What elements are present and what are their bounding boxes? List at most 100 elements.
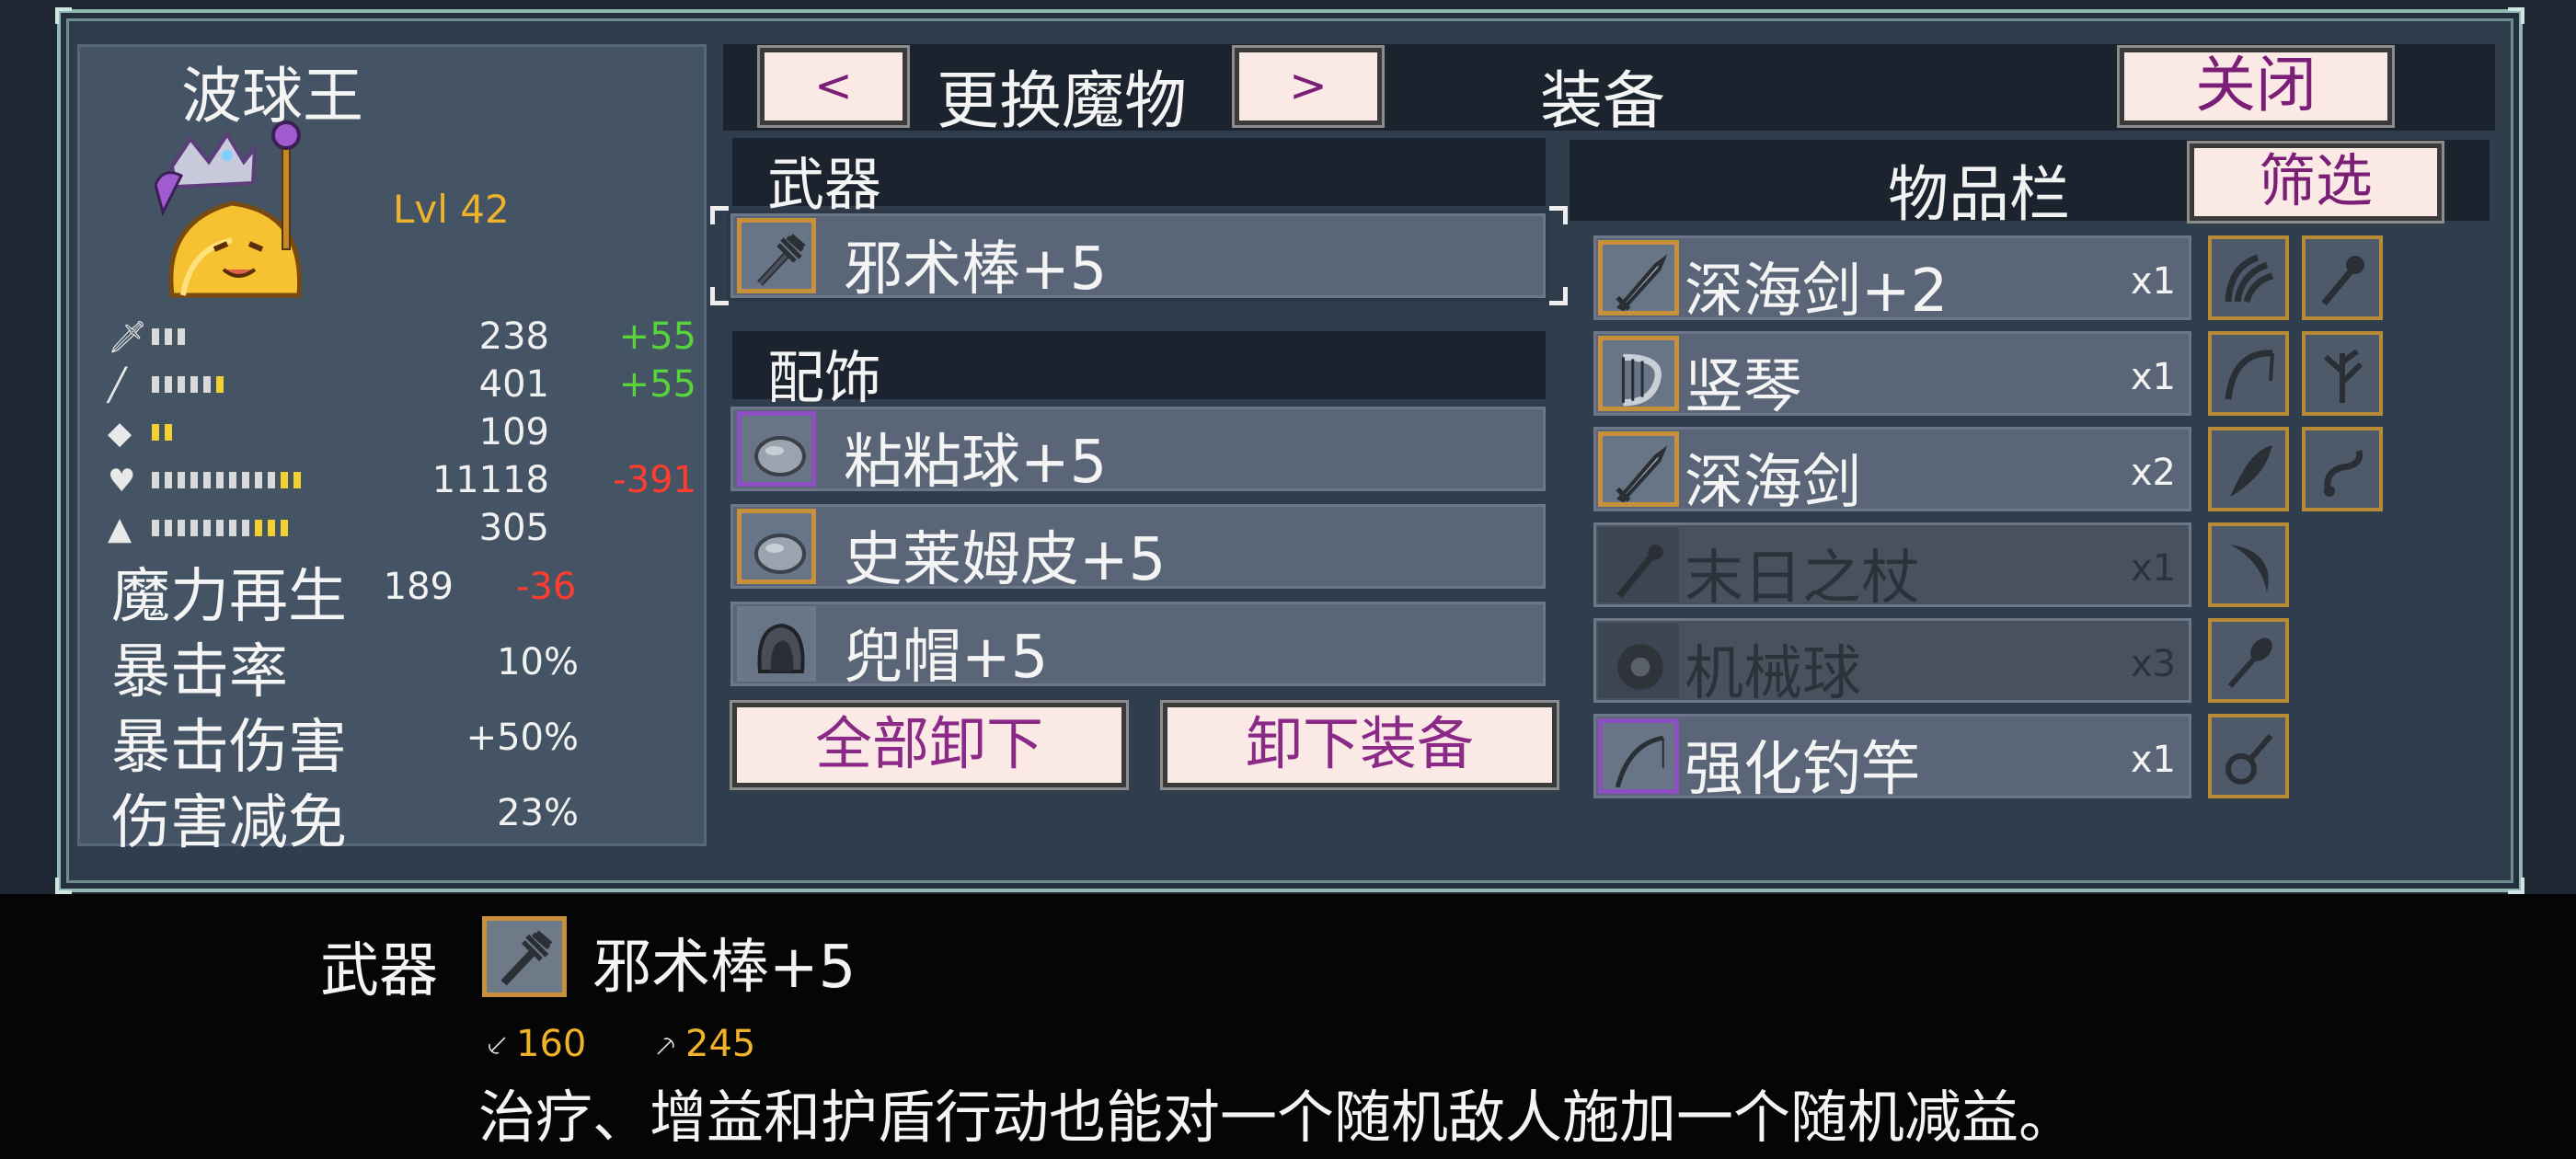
info-magic-stat: ⸕ 245 — [653, 1021, 755, 1066]
stat-bar — [152, 424, 172, 441]
deep-sea-sword-icon — [1616, 445, 1668, 503]
inventory-item-name: 机械球 — [1685, 640, 1861, 708]
monster-level: Lvl 42 — [393, 187, 510, 232]
king-slime-portrait — [154, 120, 303, 298]
close-button[interactable]: 关闭 — [2120, 48, 2392, 125]
mech-orb-icon — [1617, 644, 1663, 690]
claw-icon[interactable] — [2208, 235, 2289, 320]
inventory-item[interactable]: 竖琴 x1 — [1593, 331, 2191, 421]
info-attack-stat: ⸔ 160 — [484, 1021, 586, 1066]
inventory-item-count: x3 — [2130, 643, 2176, 685]
sword-icon: ⸔ — [484, 1027, 510, 1064]
info-description: 治疗、增益和护盾行动也能对一个随机敌人施加一个随机减益。 — [478, 1084, 2076, 1151]
monster-panel: 波球王 Lvl 42 🗡 238 +55 ╱ 401 +55 ◆ 109 ♥ 11118 -391 ▲… — [77, 44, 709, 857]
harp-icon — [1621, 353, 1662, 407]
slime-skin-icon — [754, 534, 806, 574]
corner-decoration — [55, 7, 72, 24]
secondary-stat-row: 暴击率 10% — [111, 625, 709, 706]
item-frame — [1598, 527, 1679, 602]
inventory-item-name: 末日之杖 — [1685, 545, 1920, 613]
inventory-item-name: 强化钓竿 — [1685, 736, 1920, 804]
accessory-slot-3[interactable]: 兜帽+5 — [730, 602, 1546, 692]
corner-decoration — [2508, 878, 2524, 894]
inventory-item[interactable]: 机械球 x3 — [1593, 618, 2191, 708]
horn-icon[interactable] — [2208, 427, 2289, 511]
prev-monster-button[interactable]: < — [760, 48, 907, 125]
accessory-name: 粘粘球+5 — [844, 429, 1108, 497]
lute-icon[interactable] — [2208, 714, 2289, 798]
item-frame — [1598, 431, 1679, 507]
inventory-item[interactable]: 强化钓竿 x1 — [1593, 714, 2191, 804]
mace-icon[interactable] — [2208, 618, 2289, 703]
filter-button[interactable]: 筛选 — [2190, 143, 2442, 221]
item-frame — [737, 509, 816, 584]
stat-value: 238 — [478, 316, 549, 358]
staff-icon: ╱ — [108, 367, 127, 404]
secondary-stat-value: 189 — [383, 566, 454, 608]
inventory-item-name: 深海剑+2 — [1685, 258, 1949, 326]
weapon-section-header: 武器 — [732, 138, 1546, 218]
info-attack-value: 160 — [516, 1023, 587, 1065]
item-frame — [1598, 623, 1679, 698]
unequip-all-button[interactable]: 全部卸下 — [732, 703, 1126, 787]
secondary-stat-label: 暴击伤害 — [111, 714, 347, 782]
inventory-item-count: x1 — [2130, 739, 2176, 781]
secondary-stat-bonus: -36 — [516, 566, 577, 608]
stat-bar — [152, 472, 301, 488]
item-frame — [1598, 336, 1679, 411]
accessory-name: 史莱姆皮+5 — [844, 526, 1167, 594]
item-info-bar: 武器 邪术棒+5 ⸔ 160 ⸕ 245 治疗、增益和护盾行动也能对一个随机敌人施加… — [0, 894, 2576, 1159]
secondary-stat-row: 暴击伤害 +50% — [111, 700, 709, 782]
inventory-item[interactable]: 深海剑 x2 — [1593, 427, 2191, 517]
secondary-stat-value: +50% — [466, 717, 579, 759]
info-category: 武器 — [320, 937, 438, 1005]
secondary-stat-label: 暴击率 — [111, 638, 288, 706]
accessory-header-label: 配饰 — [767, 344, 882, 411]
branch-icon[interactable] — [2302, 331, 2383, 416]
accessory-section-header: 配饰 — [732, 331, 1546, 411]
crescent-icon[interactable] — [2208, 522, 2289, 607]
dark-wand-icon — [500, 930, 553, 986]
corner-decoration — [55, 878, 72, 894]
stat-row: ╱ 401 +55 — [108, 363, 706, 406]
inventory-item-count: x1 — [2130, 547, 2176, 590]
stat-bonus: -391 — [613, 459, 696, 501]
sword-icon: 🗡 — [108, 319, 148, 356]
inventory-item[interactable]: 深海剑+2 x1 — [1593, 235, 2191, 326]
accessory-slot-1[interactable]: 粘粘球+5 — [730, 407, 1546, 497]
stat-row: ▲ 305 — [108, 507, 706, 549]
deep-sea-sword-icon — [1616, 254, 1668, 312]
hook-icon[interactable] — [2302, 427, 2383, 511]
corner-decoration — [2508, 7, 2524, 24]
stat-value: 305 — [478, 507, 549, 549]
accessory-slot-2[interactable]: 史莱姆皮+5 — [730, 504, 1546, 594]
stat-bonus: +55 — [618, 316, 696, 358]
inventory-item[interactable]: 末日之杖 x1 — [1593, 522, 2191, 613]
hood-icon — [757, 623, 805, 673]
inventory-title: 物品栏 — [1888, 159, 2070, 230]
info-item-name: 邪术棒+5 — [592, 934, 857, 1002]
wand-icon[interactable] — [2302, 235, 2383, 320]
sticky-ball-icon — [754, 436, 806, 476]
inventory-item-name: 深海剑 — [1685, 449, 1861, 517]
item-frame — [1598, 240, 1679, 316]
stat-value: 109 — [478, 411, 549, 453]
inventory-item-name: 竖琴 — [1685, 353, 1802, 421]
inventory-item-count: x2 — [2130, 452, 2176, 494]
item-frame — [737, 606, 816, 682]
next-monster-button[interactable]: > — [1235, 48, 1382, 125]
secondary-stat-row: 伤害减免 23% — [111, 775, 709, 857]
switch-monster-label: 更换魔物 — [937, 65, 1188, 138]
bow-icon[interactable] — [2208, 331, 2289, 416]
accessory-name: 兜帽+5 — [844, 624, 1049, 692]
stat-value: 401 — [478, 363, 549, 406]
stat-bar — [152, 376, 224, 393]
secondary-stat-label: 伤害减免 — [111, 789, 347, 857]
fishing-rod-icon — [1615, 735, 1664, 788]
stat-value: 11118 — [431, 459, 549, 501]
stat-row: ◆ 109 — [108, 411, 706, 453]
inventory-item-count: x1 — [2130, 260, 2176, 303]
unequip-button[interactable]: 卸下装备 — [1163, 703, 1557, 787]
item-frame — [1598, 718, 1679, 794]
stat-bar — [152, 328, 185, 345]
